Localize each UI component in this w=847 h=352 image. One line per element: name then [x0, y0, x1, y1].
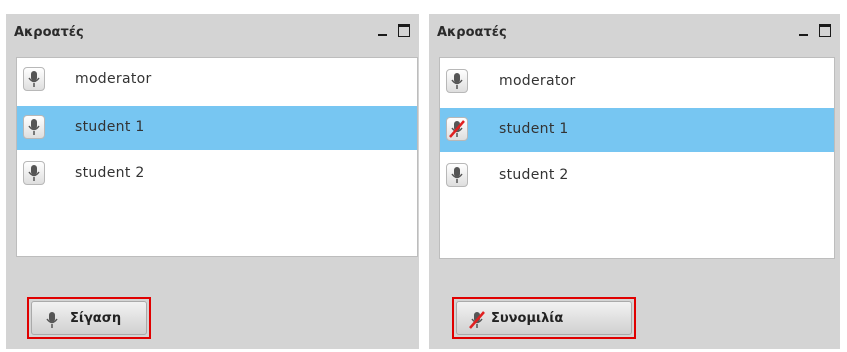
panel-header: Ακροατές	[429, 14, 840, 54]
microphone-icon[interactable]	[23, 115, 45, 139]
list-item-label: student 1	[75, 119, 145, 135]
list-item-label: moderator	[499, 73, 576, 89]
panel-header: Ακροατές	[6, 14, 419, 54]
list-item-label: student 2	[499, 167, 569, 183]
panel-title: Ακροατές	[437, 25, 507, 40]
button-face: Σίγαση	[31, 301, 147, 335]
microphone-icon[interactable]	[446, 69, 468, 93]
microphone-muted-icon[interactable]	[446, 117, 468, 141]
minimize-icon[interactable]	[375, 22, 391, 38]
button-face: Συνομιλία	[456, 301, 632, 335]
minimize-icon[interactable]	[796, 22, 812, 38]
listeners-panel-left: Ακροατές moderator student 1 student 2 Σ…	[6, 14, 419, 349]
maximize-icon[interactable]	[397, 22, 413, 38]
list-item-student-1[interactable]: student 1	[440, 108, 834, 152]
list-item-label: student 1	[499, 121, 569, 137]
maximize-icon[interactable]	[818, 22, 834, 38]
list-item-student-1[interactable]: student 1	[17, 106, 417, 150]
microphone-icon	[44, 311, 60, 329]
list-item-moderator[interactable]: moderator	[17, 58, 417, 102]
listeners-list: moderator student 1 student 2	[16, 57, 418, 257]
listeners-list: moderator student 1 student 2	[439, 57, 835, 259]
microphone-icon[interactable]	[23, 161, 45, 185]
list-item-label: student 2	[75, 165, 145, 181]
list-item-student-2[interactable]: student 2	[17, 152, 417, 196]
talk-button[interactable]: Συνομιλία	[452, 297, 636, 339]
list-item-student-2[interactable]: student 2	[440, 154, 834, 198]
panel-title: Ακροατές	[14, 25, 84, 40]
listeners-panel-right: Ακροατές moderator student 1 student 2 Σ…	[429, 14, 840, 349]
list-item-label: moderator	[75, 71, 152, 87]
mute-button[interactable]: Σίγαση	[27, 297, 151, 339]
microphone-icon[interactable]	[446, 163, 468, 187]
mute-button-label: Σίγαση	[70, 311, 122, 326]
talk-button-label: Συνομιλία	[491, 311, 564, 326]
list-item-moderator[interactable]: moderator	[440, 60, 834, 104]
microphone-icon[interactable]	[23, 67, 45, 91]
microphone-muted-icon	[469, 311, 485, 329]
